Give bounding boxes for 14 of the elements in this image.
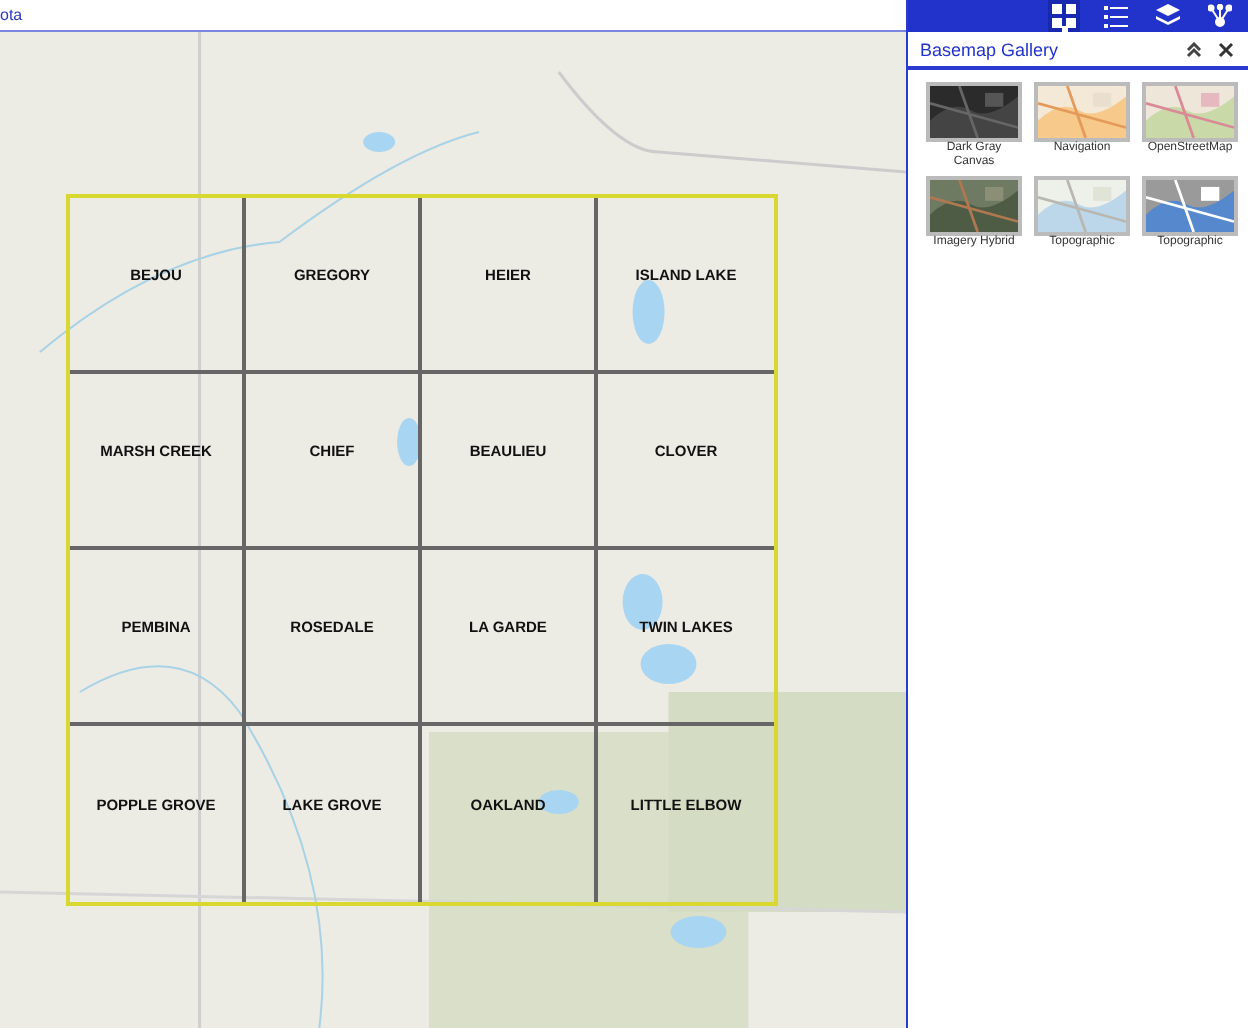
layers-icon bbox=[1156, 4, 1180, 28]
list-icon bbox=[1104, 5, 1128, 27]
collapse-button[interactable] bbox=[1184, 39, 1204, 59]
share-icon bbox=[1208, 4, 1232, 28]
panel-tab[interactable] bbox=[1100, 0, 1132, 32]
chevron-up-icon bbox=[1186, 41, 1202, 57]
grid-icon bbox=[1052, 4, 1076, 28]
panel-tab[interactable] bbox=[1048, 0, 1080, 32]
selected-indicator bbox=[1061, 26, 1067, 32]
panel-tab[interactable] bbox=[1204, 0, 1236, 32]
close-icon bbox=[1218, 41, 1234, 57]
app-title: ota bbox=[0, 6, 23, 24]
panel-title: Basemap Gallery bbox=[920, 39, 1061, 59]
close-button[interactable] bbox=[1216, 39, 1236, 59]
